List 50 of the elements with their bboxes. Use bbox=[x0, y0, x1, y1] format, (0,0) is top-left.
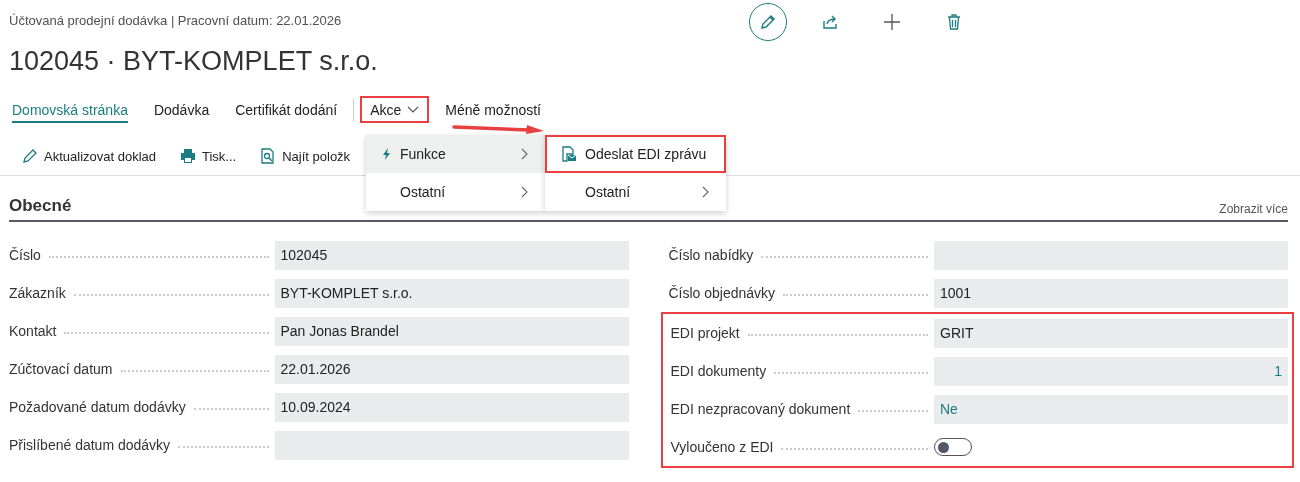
find-action[interactable]: Najít položk bbox=[260, 148, 351, 164]
chevron-down-icon bbox=[407, 105, 420, 114]
edit-action[interactable]: Aktualizovat doklad bbox=[22, 148, 156, 164]
lightning-icon bbox=[382, 148, 392, 160]
field-label: EDI dokumenty bbox=[670, 363, 767, 379]
field-label: Číslo objednávky bbox=[668, 285, 776, 301]
field-label: Číslo bbox=[9, 247, 41, 263]
field-label: Kontakt bbox=[9, 323, 57, 339]
dropdown-tab[interactable]: Akce bbox=[360, 96, 430, 123]
plus-icon bbox=[883, 13, 901, 31]
input-field[interactable]: 102045 bbox=[274, 240, 629, 270]
pencil-icon bbox=[759, 13, 777, 31]
field-label: EDI projekt bbox=[670, 325, 740, 341]
tab[interactable]: Certifikát dodání bbox=[225, 96, 348, 123]
field-label: Zákazník bbox=[9, 285, 66, 301]
document-mail-icon bbox=[561, 146, 577, 162]
input-field[interactable]: Ne bbox=[934, 394, 1288, 424]
menu-item[interactable]: Funkce bbox=[366, 135, 545, 173]
input-field[interactable]: 1001 bbox=[934, 278, 1288, 308]
tab[interactable]: Dodávka bbox=[143, 96, 220, 123]
pencil-icon bbox=[22, 148, 38, 164]
input-field[interactable]: 10.09.2024 bbox=[274, 392, 629, 422]
chevron-right-icon bbox=[521, 186, 529, 198]
show-more-link[interactable]: Zobrazit více bbox=[1219, 202, 1288, 216]
field-label: Zúčtovací datum bbox=[9, 361, 113, 377]
chevron-right-icon bbox=[702, 186, 710, 198]
menu-item[interactable]: Odeslat EDI zprávu bbox=[545, 135, 726, 173]
tab[interactable]: Domovská stránka bbox=[10, 96, 138, 123]
chevron-right-icon bbox=[521, 148, 529, 160]
printer-icon bbox=[180, 148, 196, 164]
tab[interactable]: Méně možností bbox=[435, 96, 551, 123]
input-field[interactable]: BYT-KOMPLET s.r.o. bbox=[274, 278, 629, 308]
field-label: Vyloučeno z EDI bbox=[670, 439, 774, 455]
menu-item[interactable]: Ostatní bbox=[366, 173, 545, 211]
field-label: Přislíbené datum dodávky bbox=[9, 437, 171, 453]
field-label: Požadované datum dodávky bbox=[9, 399, 186, 415]
menu-item[interactable]: Ostatní bbox=[545, 173, 726, 211]
print-action[interactable]: Tisk... bbox=[180, 148, 237, 164]
page-subtitle: Účtovaná prodejní dodávka | Pracovní datum: 22.01.2026 bbox=[9, 13, 343, 28]
field-label: Číslo nabídky bbox=[668, 247, 754, 263]
field-label: EDI nezpracovaný dokument bbox=[670, 401, 851, 417]
section-title: Obecné bbox=[9, 196, 72, 216]
document-search-icon bbox=[260, 148, 277, 164]
input-field[interactable]: Pan Jonas Brandel bbox=[274, 316, 629, 346]
share-icon bbox=[821, 13, 839, 31]
input-field[interactable]: 22.01.2026 bbox=[274, 354, 629, 384]
page-title: 102045 · BYT-KOMPLET s.r.o. bbox=[9, 46, 379, 77]
input-field[interactable]: GRIT bbox=[934, 318, 1288, 348]
trash-icon bbox=[945, 13, 963, 31]
input-field[interactable]: 1 bbox=[934, 356, 1288, 386]
